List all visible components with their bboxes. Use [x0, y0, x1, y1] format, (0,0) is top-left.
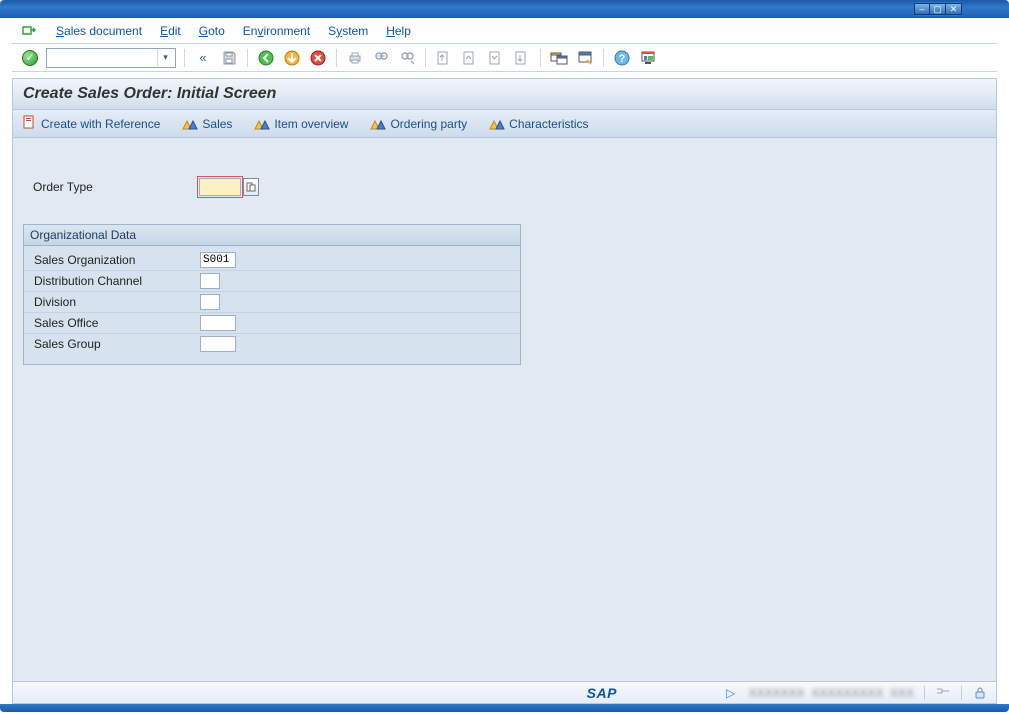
division-row: Division [24, 291, 520, 312]
menu-help[interactable]: Help [386, 24, 411, 38]
menu-command-icon[interactable] [20, 22, 38, 40]
window-close-button[interactable]: ✕ [946, 3, 962, 15]
back-button[interactable] [256, 48, 276, 68]
command-field[interactable]: ▾ [46, 48, 176, 68]
menu-sales-document[interactable]: Sales document [56, 24, 142, 38]
organizational-data-group: Organizational Data Sales Organization D… [23, 224, 521, 365]
sales-organization-label: Sales Organization [30, 253, 200, 267]
new-session-button[interactable] [549, 48, 569, 68]
print-button[interactable] [345, 48, 365, 68]
sales-organization-input[interactable] [200, 252, 236, 268]
next-page-button[interactable] [486, 48, 506, 68]
exit-button[interactable] [282, 48, 302, 68]
document-reference-icon [23, 115, 37, 132]
toolbar-separator [336, 49, 337, 67]
menu-system[interactable]: System [328, 24, 368, 38]
overview-icon [489, 118, 505, 130]
first-page-button[interactable] [434, 48, 454, 68]
distribution-channel-label: Distribution Channel [30, 274, 200, 288]
statusbar-separator [961, 686, 962, 700]
save-button[interactable] [219, 48, 239, 68]
toolbar-separator [247, 49, 248, 67]
page-container: Create Sales Order: Initial Screen Creat… [12, 78, 997, 704]
back-history-button[interactable]: « [193, 48, 213, 68]
sales-office-row: Sales Office [24, 312, 520, 333]
menubar: Sales document Edit Goto Environment Sys… [12, 18, 997, 44]
item-overview-label: Item overview [274, 117, 348, 131]
overview-icon [254, 118, 270, 130]
sales-office-input[interactable] [200, 315, 236, 331]
menu-edit[interactable]: Edit [160, 24, 181, 38]
window-titlebar: – ▢ ✕ [0, 0, 1009, 18]
order-type-label: Order Type [29, 180, 199, 194]
menu-goto[interactable]: Goto [199, 24, 225, 38]
item-overview-button[interactable]: Item overview [254, 117, 348, 131]
window-maximize-button[interactable]: ▢ [930, 3, 946, 15]
characteristics-label: Characteristics [509, 117, 588, 131]
shortcut-button[interactable] [575, 48, 595, 68]
sales-group-input[interactable] [200, 336, 236, 352]
order-type-input[interactable] [199, 178, 241, 196]
distribution-channel-input[interactable] [200, 273, 220, 289]
page-title: Create Sales Order: Initial Screen [13, 79, 996, 110]
help-button[interactable]: ? [612, 48, 632, 68]
status-nav-icon[interactable]: ▷ [723, 685, 739, 701]
application-toolbar: Create with Reference Sales Item overvie… [13, 110, 996, 138]
status-server-info: XXXXXXX XXXXXXXXX XXX [749, 686, 914, 700]
toolbar-separator [184, 49, 185, 67]
sales-group-label: Sales Group [30, 337, 200, 351]
ordering-party-label: Ordering party [390, 117, 467, 131]
status-tree-icon[interactable] [935, 685, 951, 701]
sap-logo: SAP [587, 685, 617, 701]
toolbar-separator [603, 49, 604, 67]
overview-icon [370, 118, 386, 130]
sales-organization-row: Sales Organization [24, 250, 520, 270]
sales-button[interactable]: Sales [182, 117, 232, 131]
sales-label: Sales [202, 117, 232, 131]
characteristics-button[interactable]: Characteristics [489, 117, 588, 131]
order-type-search-help-button[interactable] [243, 178, 259, 196]
organizational-data-header: Organizational Data [24, 225, 520, 246]
svg-text:?: ? [619, 53, 626, 65]
menu-environment[interactable]: Environment [243, 24, 310, 38]
layout-menu-button[interactable] [638, 48, 658, 68]
division-label: Division [30, 295, 200, 309]
toolbar-separator [540, 49, 541, 67]
prev-page-button[interactable] [460, 48, 480, 68]
status-lock-icon[interactable] [972, 685, 988, 701]
sales-group-row: Sales Group [24, 333, 520, 354]
last-page-button[interactable] [512, 48, 532, 68]
order-type-row: Order Type [23, 178, 986, 196]
window-bottom-frame [0, 704, 1009, 712]
create-with-reference-button[interactable]: Create with Reference [23, 115, 160, 132]
overview-icon [182, 118, 198, 130]
division-input[interactable] [200, 294, 220, 310]
find-button[interactable] [371, 48, 391, 68]
distribution-channel-row: Distribution Channel [24, 270, 520, 291]
window-minimize-button[interactable]: – [914, 3, 930, 15]
cancel-button[interactable] [308, 48, 328, 68]
status-bar: SAP ▷ XXXXXXX XXXXXXXXX XXX [13, 681, 996, 703]
sales-office-label: Sales Office [30, 316, 200, 330]
content-body: Order Type Organizational Data Sales Org… [13, 138, 996, 703]
command-field-dropdown-icon[interactable]: ▾ [157, 50, 173, 66]
enter-button[interactable]: ✓ [20, 48, 40, 68]
find-next-button[interactable] [397, 48, 417, 68]
create-with-reference-label: Create with Reference [41, 117, 160, 131]
system-toolbar: ✓ ▾ « [12, 44, 997, 72]
toolbar-separator [425, 49, 426, 67]
ordering-party-button[interactable]: Ordering party [370, 117, 467, 131]
statusbar-separator [924, 686, 925, 700]
